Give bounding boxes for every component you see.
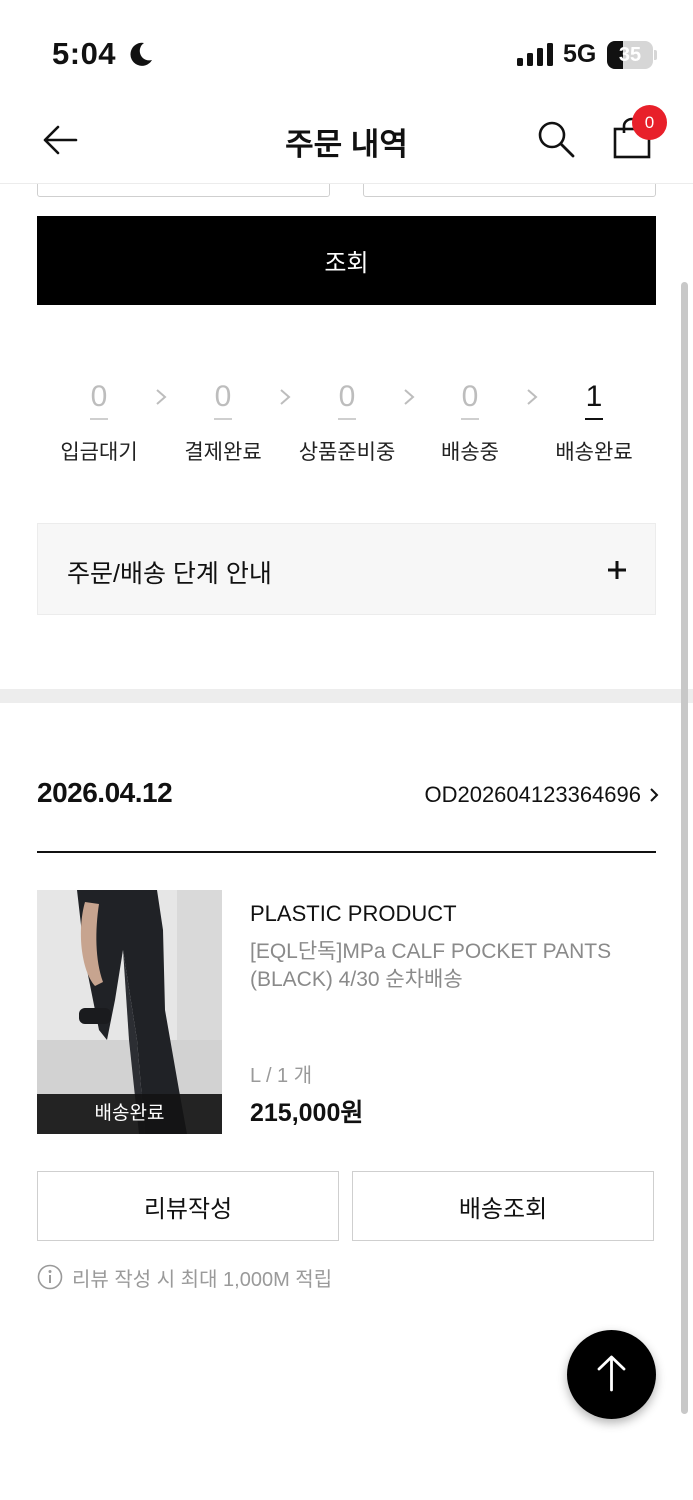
step-count: 0	[214, 380, 232, 420]
arrow-up-icon	[597, 1355, 626, 1392]
step-count: 0	[90, 380, 108, 420]
step-shipping[interactable]: 0 배송중	[408, 380, 532, 466]
app-header: 주문 내역 0	[0, 100, 693, 184]
step-label: 입금대기	[60, 441, 138, 464]
order-number-link[interactable]: OD202604123364696	[424, 782, 641, 808]
step-awaiting-deposit[interactable]: 0 입금대기	[37, 380, 161, 466]
plus-icon	[608, 561, 626, 579]
network-label: 5G	[563, 40, 597, 68]
order-date: 2026.04.12	[37, 777, 173, 808]
review-reward-note: 리뷰 작성 시 최대 1,000M 적립	[72, 1269, 333, 1291]
product-price: 215,000원	[250, 1099, 364, 1127]
signal-icon	[517, 43, 553, 66]
guide-label: 주문/배송 단계 안내	[67, 560, 272, 588]
step-delivered[interactable]: 1 배송완료	[532, 380, 656, 466]
step-label: 상품준비중	[298, 441, 396, 464]
status-time: 5:04	[52, 36, 117, 71]
section-divider	[0, 689, 693, 703]
battery-icon: 35	[607, 41, 657, 69]
step-count: 0	[461, 380, 479, 420]
moon-icon	[130, 42, 152, 66]
delivery-status-label: 배송완료	[37, 1094, 222, 1134]
page-title: 주문 내역	[285, 127, 408, 162]
cart-count-badge: 0	[632, 105, 667, 140]
track-delivery-button[interactable]: 배송조회	[352, 1171, 654, 1241]
brand-name[interactable]: PLASTIC PRODUCT	[250, 901, 457, 927]
search-button[interactable]: 조회	[37, 216, 656, 305]
step-preparing[interactable]: 0 상품준비중	[285, 380, 409, 466]
battery-level: 35	[618, 44, 642, 66]
status-bar: 5:04 5G 35	[0, 0, 693, 100]
scrollbar[interactable]	[681, 282, 688, 1414]
write-review-button[interactable]: 리뷰작성	[37, 1171, 339, 1241]
product-option: L / 1 개	[250, 1065, 313, 1087]
step-count: 0	[338, 380, 356, 420]
chevron-right-icon[interactable]	[648, 786, 660, 804]
order-step-guide-toggle[interactable]: 주문/배송 단계 안내	[37, 523, 656, 615]
step-count: 1	[585, 380, 603, 420]
step-label: 결제완료	[184, 441, 262, 464]
step-label: 배송완료	[555, 441, 633, 464]
search-icon[interactable]	[536, 119, 576, 159]
order-status-steps: 0 입금대기 0 결제완료 0 상품준비중 0 배송중 1 배송완료	[37, 380, 656, 480]
scroll-to-top-button[interactable]	[567, 1330, 656, 1419]
product-image[interactable]: 배송완료	[37, 890, 222, 1134]
step-payment-complete[interactable]: 0 결제완료	[161, 380, 285, 466]
step-label: 배송중	[441, 441, 499, 464]
product-name[interactable]: [EQL단독]MPa CALF POCKET PANTS (BLACK) 4/3…	[250, 938, 650, 994]
info-icon	[37, 1264, 63, 1290]
order-divider	[37, 851, 656, 853]
